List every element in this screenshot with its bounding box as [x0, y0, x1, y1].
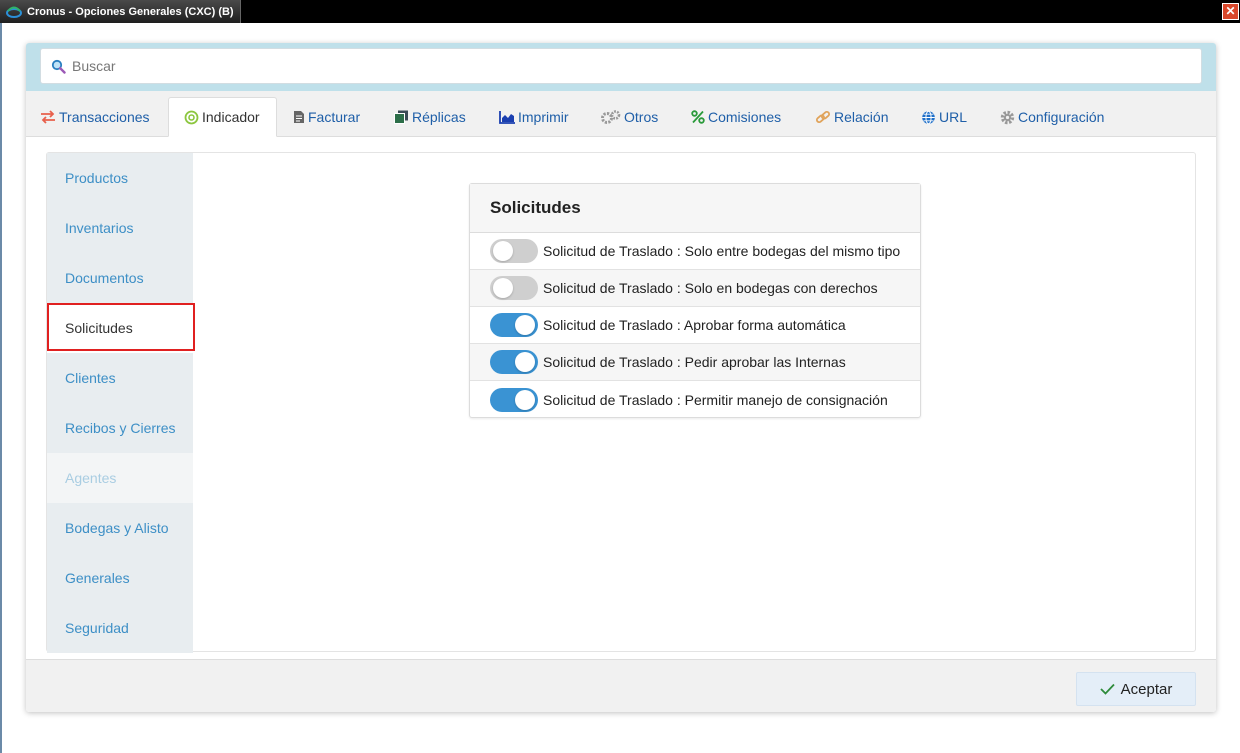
- toggle-switch[interactable]: [490, 239, 538, 263]
- toggle-switch[interactable]: [490, 350, 538, 374]
- checkmark-icon: [1100, 683, 1115, 695]
- options-dialog: Transacciones Indicador Facturar Réplica…: [26, 43, 1216, 712]
- sidebar-item-agentes: Agentes: [47, 453, 193, 503]
- tab-label: Transacciones: [59, 109, 150, 125]
- area-chart-icon: [499, 110, 515, 124]
- option-row: Solicitud de Traslado : Pedir aprobar la…: [470, 344, 920, 381]
- toggle-knob: [515, 352, 535, 372]
- tab-replicas[interactable]: Réplicas: [394, 97, 466, 137]
- percent-icon: [691, 110, 705, 124]
- option-row: Solicitud de Traslado : Permitir manejo …: [470, 381, 920, 418]
- invoice-document-icon: [293, 110, 305, 124]
- accept-button[interactable]: Aceptar: [1076, 672, 1196, 706]
- close-window-button[interactable]: ✕: [1222, 3, 1239, 20]
- tab-url[interactable]: URL: [921, 97, 967, 137]
- option-label: Solicitud de Traslado : Permitir manejo …: [543, 391, 888, 408]
- toggle-switch[interactable]: [490, 313, 538, 337]
- search-icon: [51, 59, 66, 74]
- search-input[interactable]: [72, 58, 1172, 74]
- sidebar-item-seguridad[interactable]: Seguridad: [47, 603, 193, 653]
- window-tab[interactable]: Cronus - Opciones Generales (CXC) (B): [0, 0, 241, 23]
- solicitudes-panel: Solicitudes Solicitud de Traslado : Solo…: [469, 183, 921, 418]
- tab-configuracion[interactable]: Configuración: [1000, 97, 1104, 137]
- tab-label: Relación: [834, 109, 889, 125]
- sidebar-item-solicitudes[interactable]: Solicitudes: [47, 303, 193, 353]
- tab-bar: Transacciones Indicador Facturar Réplica…: [26, 91, 1216, 137]
- tab-label: Indicador: [202, 109, 260, 125]
- gear-icon: [1000, 110, 1015, 125]
- window-title: Cronus - Opciones Generales (CXC) (B): [27, 5, 234, 18]
- dialog-footer: Aceptar: [26, 659, 1216, 712]
- toggle-switch[interactable]: [490, 387, 538, 412]
- toggle-switch[interactable]: [490, 276, 538, 300]
- option-row: Solicitud de Traslado : Solo en bodegas …: [470, 270, 920, 307]
- tab-label: Configuración: [1018, 109, 1105, 125]
- sidebar-item-bodegas-y-alisto[interactable]: Bodegas y Alisto: [47, 503, 193, 553]
- tab-facturar[interactable]: Facturar: [293, 97, 360, 137]
- toggle-knob: [493, 241, 513, 261]
- toggle-knob: [515, 389, 535, 410]
- tab-otros[interactable]: Otros: [601, 97, 658, 137]
- sidebar-item-clientes[interactable]: Clientes: [47, 353, 193, 403]
- option-label: Solicitud de Traslado : Solo entre bodeg…: [543, 243, 901, 259]
- tab-transacciones[interactable]: Transacciones: [40, 97, 150, 137]
- cronus-logo-icon: [6, 6, 22, 18]
- search-bar: [26, 43, 1216, 91]
- tab-label: Facturar: [308, 109, 361, 125]
- sidebar-nav: Productos Inventarios Documentos Solicit…: [47, 153, 195, 653]
- tab-label: Otros: [624, 109, 659, 125]
- sidebar-item-productos[interactable]: Productos: [47, 153, 193, 203]
- link-icon: [815, 110, 831, 125]
- tab-label: Imprimir: [518, 109, 569, 125]
- tab-indicador[interactable]: Indicador: [168, 97, 277, 137]
- tab-relacion[interactable]: Relación: [815, 97, 888, 137]
- accept-label: Aceptar: [1120, 680, 1173, 698]
- globe-icon: [921, 110, 936, 125]
- window-left-border: [0, 23, 2, 753]
- option-row: Solicitud de Traslado : Aprobar forma au…: [470, 307, 920, 344]
- panel-title: Solicitudes: [470, 184, 920, 233]
- sidebar-item-inventarios[interactable]: Inventarios: [47, 203, 193, 253]
- toggle-knob: [493, 278, 513, 298]
- option-label: Solicitud de Traslado : Pedir aprobar la…: [543, 354, 846, 370]
- content-area: Productos Inventarios Documentos Solicit…: [46, 152, 1196, 653]
- exchange-arrows-icon: [40, 110, 56, 124]
- tab-label: Comisiones: [708, 109, 782, 125]
- option-label: Solicitud de Traslado : Aprobar forma au…: [543, 317, 846, 333]
- option-label: Solicitud de Traslado : Solo en bodegas …: [543, 280, 878, 296]
- search-box[interactable]: [40, 48, 1202, 84]
- window-title-bar: Cronus - Opciones Generales (CXC) (B) ✕: [0, 0, 1240, 23]
- target-indicator-icon: [184, 110, 199, 125]
- gears-icon: [601, 109, 621, 125]
- sidebar-item-generales[interactable]: Generales: [47, 553, 193, 603]
- copies-icon: [394, 110, 409, 124]
- option-row: Solicitud de Traslado : Solo entre bodeg…: [470, 233, 920, 270]
- sidebar-item-recibos-y-cierres[interactable]: Recibos y Cierres: [47, 403, 193, 453]
- tab-comisiones[interactable]: Comisiones: [691, 97, 781, 137]
- sidebar-item-documentos[interactable]: Documentos: [47, 253, 193, 303]
- tab-imprimir[interactable]: Imprimir: [499, 97, 569, 137]
- tab-label: URL: [939, 109, 968, 125]
- tab-label: Réplicas: [412, 109, 466, 125]
- toggle-knob: [515, 315, 535, 335]
